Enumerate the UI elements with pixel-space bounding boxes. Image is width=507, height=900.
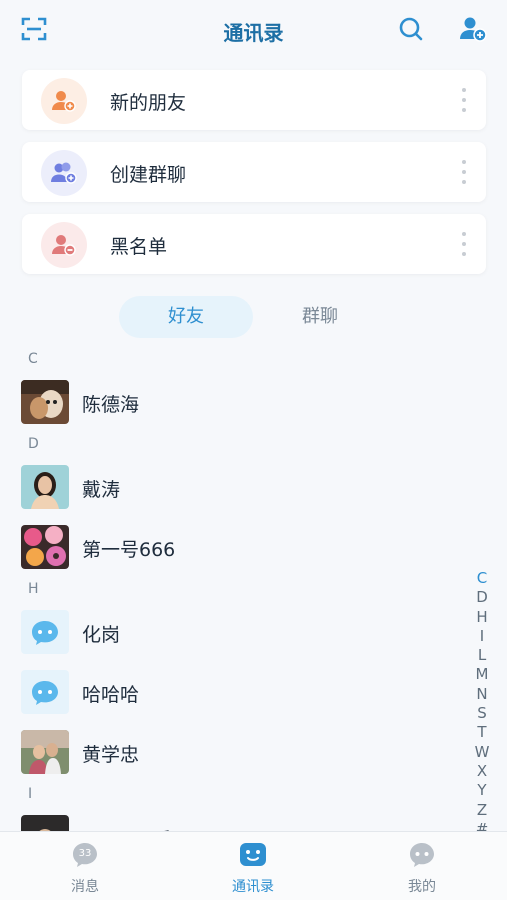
contact-row[interactable]: 陈德海 bbox=[0, 373, 470, 433]
alphabet-index[interactable]: C D H I L M N S T W X Y Z # bbox=[470, 569, 494, 839]
contact-row[interactable]: 黄学忠 bbox=[0, 723, 470, 783]
profile-icon bbox=[410, 843, 434, 867]
avatar bbox=[21, 730, 69, 774]
index-letter[interactable]: N bbox=[470, 685, 494, 704]
contact-tabs: 好友 群聊 bbox=[0, 296, 507, 338]
contact-row[interactable]: 哈哈哈 bbox=[0, 663, 470, 723]
page-title: 通讯录 bbox=[223, 21, 284, 45]
nav-contacts-label: 通讯录 bbox=[232, 879, 274, 895]
nav-me-label: 我的 bbox=[408, 879, 436, 895]
section-header-d: D bbox=[28, 436, 39, 452]
blacklist-icon bbox=[41, 222, 87, 268]
bottom-nav: 33 消息 通讯录 我的 bbox=[0, 831, 507, 900]
tab-friends[interactable]: 好友 bbox=[119, 296, 253, 338]
more-icon[interactable] bbox=[462, 232, 466, 256]
tab-groups[interactable]: 群聊 bbox=[270, 296, 370, 338]
more-icon[interactable] bbox=[462, 160, 466, 184]
contact-name: 黄学忠 bbox=[82, 744, 140, 766]
search-icon[interactable] bbox=[396, 14, 426, 44]
new-friends-label: 新的朋友 bbox=[110, 92, 187, 114]
avatar bbox=[21, 525, 69, 569]
blacklist-label: 黑名单 bbox=[110, 236, 168, 258]
index-letter[interactable]: C bbox=[470, 569, 494, 588]
default-avatar-icon bbox=[21, 670, 69, 714]
avatar bbox=[21, 465, 69, 509]
blacklist-card[interactable]: 黑名单 bbox=[22, 214, 486, 274]
index-letter[interactable]: H bbox=[470, 608, 494, 627]
nav-contacts[interactable]: 通讯录 bbox=[193, 838, 313, 896]
index-letter[interactable]: Z bbox=[470, 801, 494, 820]
index-letter[interactable]: T bbox=[470, 723, 494, 742]
avatar bbox=[21, 380, 69, 424]
index-letter[interactable]: D bbox=[470, 588, 494, 607]
contact-row[interactable]: 戴涛 bbox=[0, 458, 470, 518]
add-user-icon[interactable] bbox=[458, 14, 488, 44]
index-letter[interactable]: L bbox=[470, 646, 494, 665]
index-letter[interactable]: W bbox=[470, 743, 494, 762]
index-letter[interactable]: M bbox=[470, 665, 494, 684]
contact-row[interactable]: 化岗 bbox=[0, 603, 470, 663]
new-friends-card[interactable]: 新的朋友 bbox=[22, 70, 486, 130]
contact-name: 第一号666 bbox=[82, 539, 176, 561]
section-header-i: I bbox=[28, 786, 33, 802]
index-letter[interactable]: S bbox=[470, 704, 494, 723]
index-letter[interactable]: X bbox=[470, 762, 494, 781]
contact-row[interactable]: 第一号666 bbox=[0, 518, 470, 578]
nav-messages[interactable]: 33 消息 bbox=[25, 838, 145, 896]
section-header-h: H bbox=[28, 581, 39, 597]
index-letter[interactable]: Y bbox=[470, 781, 494, 800]
default-avatar-icon bbox=[21, 610, 69, 654]
contact-name: 哈哈哈 bbox=[82, 684, 140, 706]
create-group-card[interactable]: 创建群聊 bbox=[22, 142, 486, 202]
message-count-badge: 33 bbox=[78, 848, 92, 859]
create-group-icon bbox=[41, 150, 87, 196]
nav-me[interactable]: 我的 bbox=[362, 838, 482, 896]
new-friend-icon bbox=[41, 78, 87, 124]
more-icon[interactable] bbox=[462, 88, 466, 112]
contact-name: 戴涛 bbox=[82, 479, 121, 501]
contact-name: 陈德海 bbox=[82, 394, 140, 416]
create-group-label: 创建群聊 bbox=[110, 164, 187, 186]
section-header-c: C bbox=[28, 351, 38, 367]
contacts-icon bbox=[240, 843, 266, 866]
contact-name: 化岗 bbox=[82, 624, 121, 646]
index-letter[interactable]: I bbox=[470, 627, 494, 646]
nav-messages-label: 消息 bbox=[71, 879, 99, 895]
top-bar: 通讯录 bbox=[0, 0, 507, 62]
